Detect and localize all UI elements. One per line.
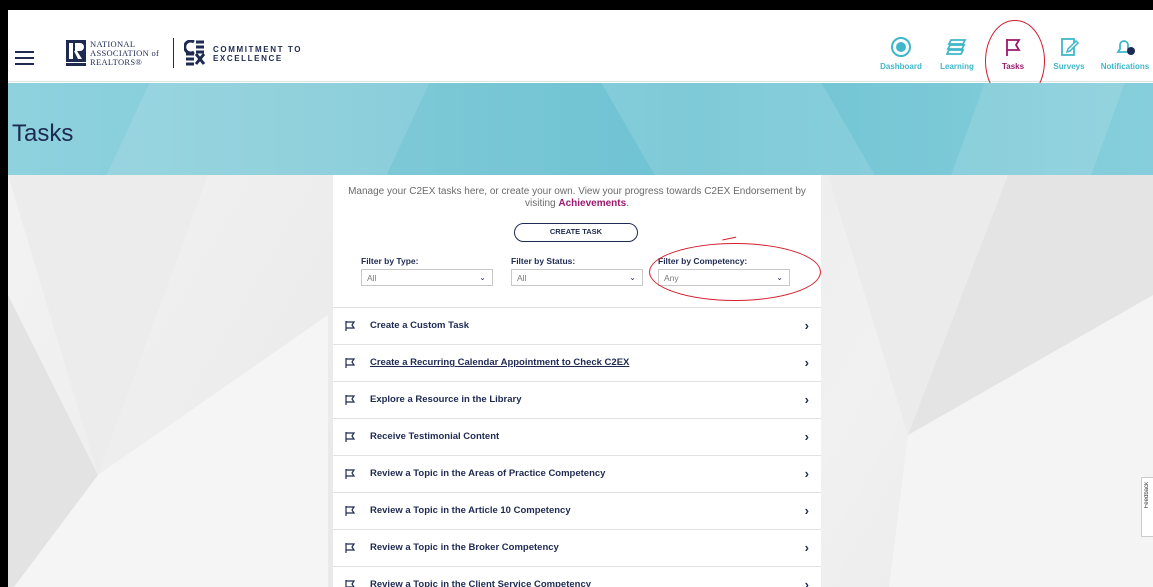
filter-type-select[interactable]: All ⌄: [361, 269, 493, 286]
top-navigation-bar: NATIONAL ASSOCIATION of REALTORS® COMMIT…: [8, 10, 1153, 82]
filter-type: Filter by Type: All ⌄: [361, 256, 493, 286]
chevron-down-icon: ⌄: [629, 273, 636, 282]
flag-icon: [345, 469, 356, 479]
app-window: NATIONAL ASSOCIATION of REALTORS® COMMIT…: [8, 10, 1153, 587]
task-title: Review a Topic in the Areas of Practice …: [370, 468, 606, 479]
chevron-right-icon: ›: [804, 503, 809, 518]
chevron-right-icon: ›: [804, 540, 809, 555]
dashboard-icon: [891, 37, 911, 57]
task-row[interactable]: Receive Testimonial Content ›: [333, 418, 821, 455]
nar-logo-text: NATIONAL ASSOCIATION of REALTORS®: [90, 40, 159, 67]
nav-dashboard[interactable]: Dashboard: [873, 26, 929, 82]
nav-label: Notifications: [1100, 62, 1150, 71]
c2ex-logo-line: EXCELLENCE: [213, 54, 283, 63]
task-title: Review a Topic in the Article 10 Compete…: [370, 505, 571, 516]
learning-icon: [946, 39, 967, 55]
flag-icon: [345, 543, 356, 553]
flag-icon: [345, 321, 356, 331]
flag-icon: [345, 432, 356, 442]
task-list: Create a Custom Task › Create a Recurring …: [333, 307, 821, 587]
chevron-down-icon: ⌄: [479, 273, 486, 282]
tasks-card: Manage your C2EX tasks here, or create y…: [333, 175, 821, 587]
task-row[interactable]: Create a Recurring Calendar Appointment …: [333, 344, 821, 381]
menu-icon[interactable]: [15, 51, 34, 65]
c2ex-logo-line: COMMITMENT TO: [213, 45, 303, 54]
c2ex-logo-text: COMMITMENT TO EXCELLENCE: [213, 45, 302, 63]
flag-icon: [345, 506, 356, 516]
bell-icon: [1116, 40, 1135, 55]
chevron-right-icon: ›: [804, 392, 809, 407]
chevron-right-icon: ›: [804, 466, 809, 481]
filter-status: Filter by Status: All ⌄: [511, 256, 643, 286]
logo-divider: [173, 38, 174, 68]
chevron-right-icon: ›: [804, 318, 809, 333]
intro-text-end: .: [626, 198, 629, 209]
task-title: Receive Testimonial Content: [370, 431, 500, 442]
chevron-right-icon: ›: [804, 429, 809, 444]
task-row[interactable]: Review a Topic in the Areas of Practice …: [333, 455, 821, 492]
task-row[interactable]: Explore a Resource in the Library ›: [333, 381, 821, 418]
nav-learning[interactable]: Learning: [929, 26, 985, 82]
nav-label: Dashboard: [880, 62, 922, 71]
filter-status-label: Filter by Status:: [511, 256, 576, 266]
page-title: Tasks: [12, 120, 74, 147]
intro-text: Manage your C2EX tasks here, or create y…: [343, 186, 811, 210]
achievements-link[interactable]: Achievements: [558, 198, 626, 209]
task-row[interactable]: Review a Topic in the Article 10 Compete…: [333, 492, 821, 529]
task-row[interactable]: Review a Topic in the Broker Competency ›: [333, 529, 821, 566]
flag-icon: [345, 358, 356, 368]
task-row[interactable]: Create a Custom Task ›: [333, 307, 821, 344]
feedback-label: Feedback: [1144, 482, 1150, 509]
nav-label: Learning: [940, 62, 974, 71]
flag-icon: [345, 395, 356, 405]
page-banner: Tasks: [8, 83, 1153, 175]
task-row[interactable]: Review a Topic in the Client Service Com…: [333, 566, 821, 587]
competency-annotation-circle: [649, 243, 821, 301]
task-title: Create a Recurring Calendar Appointment …: [370, 357, 630, 368]
task-title: Explore a Resource in the Library: [370, 394, 522, 405]
nar-logo-icon: [66, 40, 86, 66]
task-title: Create a Custom Task: [370, 320, 470, 331]
nar-logo-line: REALTORS®: [90, 57, 143, 67]
flag-icon: [345, 580, 356, 587]
chevron-right-icon: ›: [804, 355, 809, 370]
feedback-tab[interactable]: Feedback: [1141, 477, 1153, 537]
filter-status-select[interactable]: All ⌄: [511, 269, 643, 286]
task-title: Review a Topic in the Client Service Com…: [370, 579, 592, 587]
task-title: Review a Topic in the Broker Competency: [370, 542, 559, 553]
chevron-right-icon: ›: [804, 577, 809, 587]
nav-surveys[interactable]: Surveys: [1041, 26, 1097, 82]
survey-icon: [1061, 38, 1080, 56]
c2ex-logo-icon: [184, 40, 206, 66]
filter-status-value: All: [517, 273, 527, 283]
nav-label: Surveys: [1053, 62, 1085, 71]
create-task-button[interactable]: CREATE TASK: [514, 223, 638, 242]
filter-type-label: Filter by Type:: [361, 256, 419, 266]
nav-notifications[interactable]: Notifications: [1097, 26, 1153, 82]
filter-type-value: All: [367, 273, 377, 283]
